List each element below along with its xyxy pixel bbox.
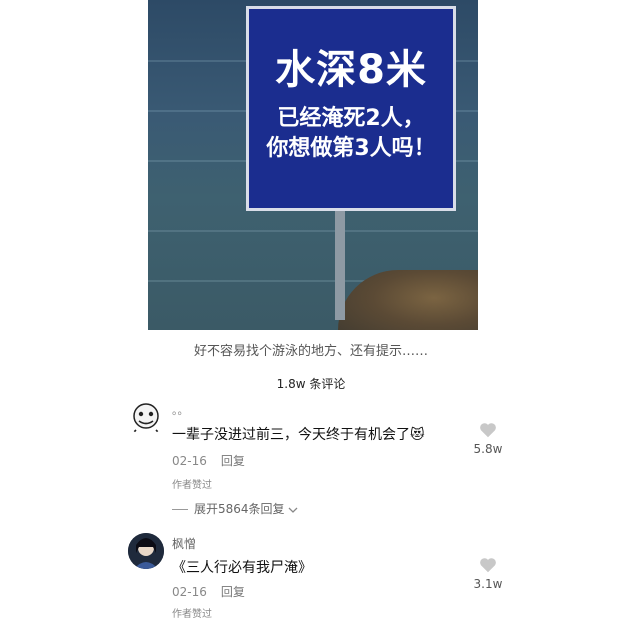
chevron-down-icon [288,507,298,513]
comment-text-body: 一辈子没进过前三，今天终于有机会了 [172,427,410,443]
sign-title: 水深8米 [275,47,427,93]
comments-count[interactable]: 1.8w 条评论 [0,375,622,392]
author-liked-badge: 作者赞过 [172,480,212,491]
comment-date: 02-16 [172,454,207,468]
expand-replies-label: 展开5864条回复 [194,502,285,516]
warning-sign: 水深8米 已经淹死2人， 你想做第3人吗！ [246,6,456,211]
sign-post [335,200,345,320]
cat-emoji-icon: 😻 [410,427,425,443]
post-photo[interactable]: 水深8米 已经淹死2人， 你想做第3人吗！ [148,0,478,330]
avatar[interactable] [128,533,164,569]
comment-meta: 02-16 回复 [172,452,245,469]
meme-face-icon [131,403,161,435]
like-button[interactable]: 5.8w [468,422,508,456]
post-page: 水深8米 已经淹死2人， 你想做第3人吗！ 好不容易找个游泳的地方、还有提示……… [0,0,622,622]
sign-line-2: 你想做第3人吗！ [266,136,436,161]
comment-item: 。。 一辈子没进过前三，今天终于有机会了😻 02-16 回复 作者赞过 展开586… [128,400,508,525]
comment-text: 《三人行必有我尸淹》 [172,560,312,576]
water-ripple [148,230,478,232]
username[interactable]: 枫憎 [172,535,196,552]
sign-line-1: 已经淹死2人， [277,106,425,131]
reply-button[interactable]: 回复 [221,454,245,468]
like-count: 5.8w [473,442,503,456]
like-button[interactable]: 3.1w [468,557,508,591]
avatar[interactable] [128,400,164,436]
character-avatar-icon [128,533,164,569]
heart-icon [480,558,496,573]
comment-date: 02-16 [172,585,207,599]
expand-replies-button[interactable]: 展开5864条回复 [172,500,298,517]
comment-item: 枫憎 《三人行必有我尸淹》 02-16 回复 作者赞过 3.1w [128,533,508,621]
author-liked-badge: 作者赞过 [172,609,212,620]
heart-icon [480,423,496,438]
reply-button[interactable]: 回复 [221,585,245,599]
comment-text: 一辈子没进过前三，今天终于有机会了😻 [172,424,425,444]
divider-dash [172,509,188,510]
post-caption: 好不容易找个游泳的地方、还有提示…… [193,344,428,359]
like-count: 3.1w [473,577,503,591]
shore-rocks [338,270,478,330]
username[interactable]: 。。 [172,402,189,418]
comment-meta: 02-16 回复 [172,583,245,600]
